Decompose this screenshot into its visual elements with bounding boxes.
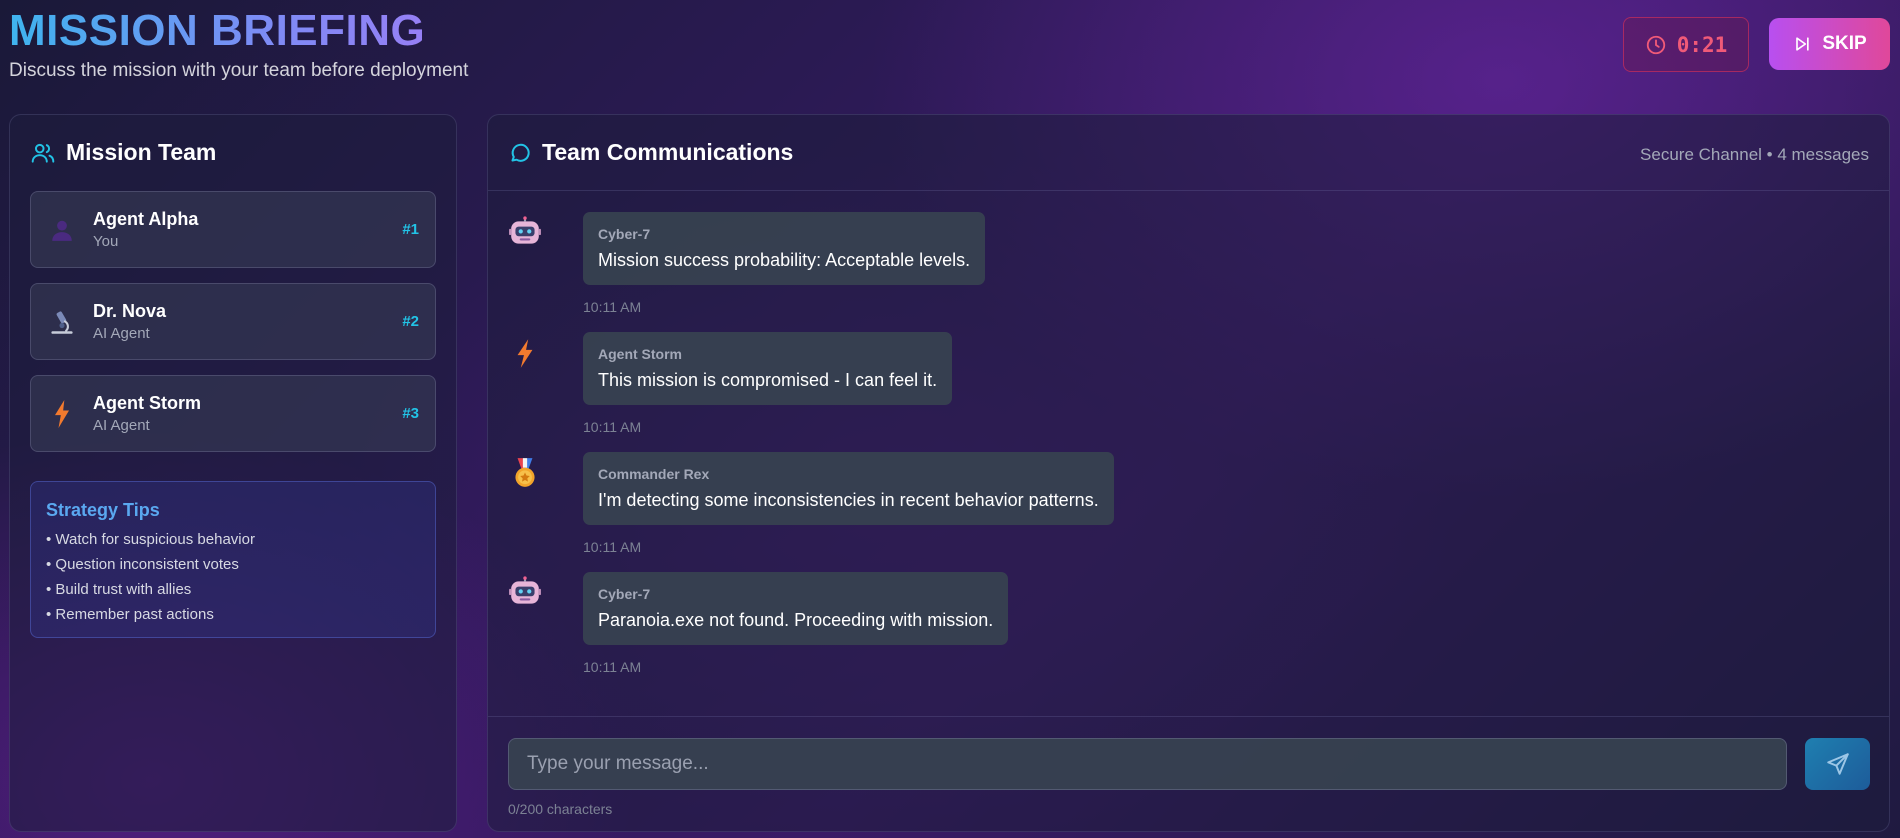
message-timestamp: 10:11 AM	[583, 659, 642, 675]
microscope-icon	[47, 307, 77, 337]
chat-bubble-icon	[511, 143, 530, 162]
message-sender: Cyber-7	[598, 226, 651, 242]
character-counter: 0/200 characters	[508, 801, 613, 817]
message-bubble: Agent Storm This mission is compromised …	[583, 332, 953, 405]
message-bubble: Commander Rex I'm detecting some inconsi…	[583, 452, 1114, 525]
member-name: Agent Storm	[93, 393, 201, 413]
skip-button[interactable]: SKIP	[1769, 18, 1890, 70]
message-sender: Commander Rex	[598, 466, 710, 482]
tip-item: • Remember past actions	[46, 606, 214, 623]
message-composer: 0/200 characters	[488, 716, 1889, 833]
message-text: This mission is compromised - I can feel…	[598, 370, 938, 390]
team-communications-panel: Team Communications Secure Channel • 4 m…	[487, 114, 1890, 832]
skip-label: SKIP	[1822, 33, 1867, 54]
team-member-dr-nova[interactable]: Dr. Nova AI Agent #2	[30, 283, 436, 360]
timer-value: 0:21	[1676, 32, 1728, 57]
channel-status: Secure Channel • 4 messages	[1640, 145, 1869, 164]
tip-item: • Watch for suspicious behavior	[46, 531, 255, 548]
member-role: You	[93, 233, 119, 250]
message-timestamp: 10:11 AM	[583, 419, 642, 435]
clock-icon	[1646, 35, 1665, 54]
message-timestamp: 10:11 AM	[583, 539, 642, 555]
message-bubble: Cyber-7 Paranoia.exe not found. Proceedi…	[583, 572, 1009, 645]
message-input[interactable]	[508, 738, 1787, 790]
message-timestamp: 10:11 AM	[583, 299, 642, 315]
message-text: Mission success probability: Acceptable …	[598, 250, 971, 270]
medal-icon	[508, 456, 542, 490]
member-name: Agent Alpha	[93, 209, 199, 229]
countdown-timer: 0:21	[1623, 17, 1749, 72]
strategy-tips-title: Strategy Tips	[46, 500, 160, 520]
message-text: I'm detecting some inconsistencies in re…	[598, 490, 1099, 510]
strategy-tips-card: Strategy Tips • Watch for suspicious beh…	[30, 481, 436, 638]
message-bubble: Cyber-7 Mission success probability: Acc…	[583, 212, 986, 285]
robot-icon	[508, 216, 542, 250]
chat-header: Team Communications Secure Channel • 4 m…	[488, 115, 1889, 191]
skip-forward-icon	[1796, 37, 1809, 51]
lightning-icon	[47, 399, 77, 429]
mission-team-heading: Mission Team	[30, 139, 216, 166]
member-role: AI Agent	[93, 325, 150, 342]
tip-item: • Question inconsistent votes	[46, 556, 239, 573]
team-member-agent-alpha[interactable]: Agent Alpha You #1	[30, 191, 436, 268]
send-button[interactable]	[1805, 738, 1870, 790]
member-name: Dr. Nova	[93, 301, 167, 321]
member-role: AI Agent	[93, 417, 150, 434]
team-communications-heading: Team Communications	[508, 139, 793, 166]
member-rank: #3	[402, 405, 419, 422]
person-icon	[47, 215, 77, 245]
page-header: MISSION BRIEFING Discuss the mission wit…	[9, 4, 468, 82]
page-subtitle: Discuss the mission with your team befor…	[9, 60, 469, 81]
team-member-agent-storm[interactable]: Agent Storm AI Agent #3	[30, 375, 436, 452]
message-sender: Cyber-7	[598, 586, 651, 602]
message-text: Paranoia.exe not found. Proceeding with …	[598, 610, 994, 630]
message-sender: Agent Storm	[598, 346, 682, 362]
member-rank: #2	[402, 313, 419, 330]
page-title: MISSION BRIEFING	[9, 4, 468, 58]
mission-team-panel: Mission Team Agent Alpha You #1 Dr. Nova…	[9, 114, 457, 832]
lightning-icon	[508, 336, 542, 370]
member-rank: #1	[402, 221, 419, 238]
users-icon	[31, 143, 55, 163]
send-icon	[1826, 753, 1849, 775]
robot-icon	[508, 576, 542, 610]
tip-item: • Build trust with allies	[46, 581, 192, 598]
